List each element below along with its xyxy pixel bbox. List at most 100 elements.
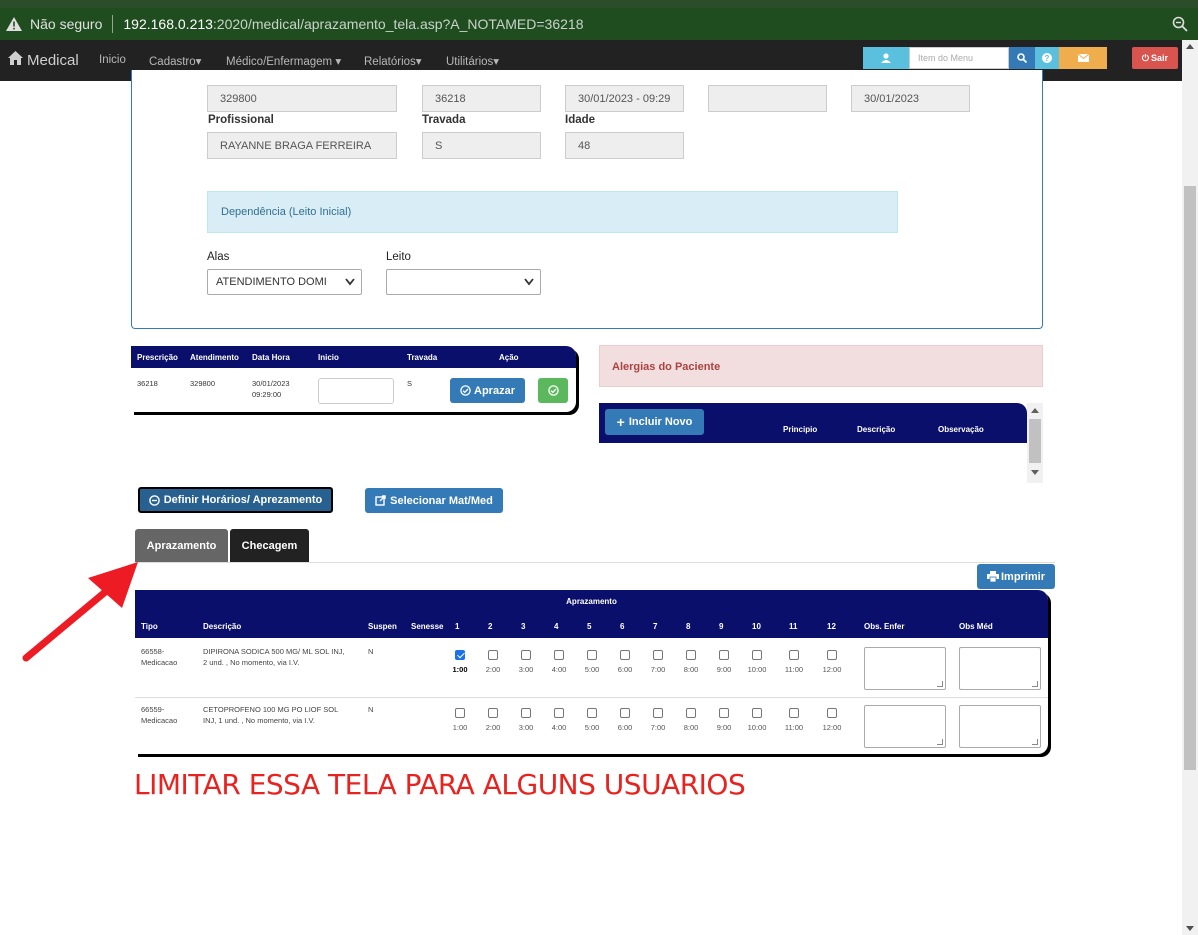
hour-checkbox[interactable] [827, 708, 837, 718]
hour-label: 6:00 [617, 723, 633, 732]
browser-tab-strip [0, 0, 1198, 8]
obs-med-textarea[interactable] [959, 705, 1041, 748]
hour-checkbox[interactable] [789, 650, 799, 660]
col-travada: Travada [407, 353, 438, 362]
col-header: Obs Méd [959, 622, 993, 631]
col-header: 5 [587, 622, 592, 631]
hour-checkbox[interactable] [653, 708, 663, 718]
hour-checkbox[interactable] [719, 650, 729, 660]
hour-checkbox[interactable] [488, 708, 498, 718]
nav-medico-enfermagem[interactable]: Médico/Enfermagem ▾ [226, 54, 341, 68]
url-host[interactable]: 192.168.0.213 [123, 16, 213, 32]
nav-utilitarios[interactable]: Utilitários▾ [446, 54, 499, 68]
col-header: 8 [686, 622, 691, 631]
resize-grip-icon[interactable] [937, 739, 943, 745]
scroll-down-icon[interactable] [1031, 470, 1039, 475]
allergy-table: + Incluir Novo Principio Descrição Obser… [599, 403, 1027, 443]
resize-grip-icon[interactable] [1032, 739, 1038, 745]
col-header: 4 [554, 622, 559, 631]
hour-label: 3:00 [518, 723, 534, 732]
inicio-input[interactable] [318, 378, 394, 404]
hour-checkbox[interactable] [455, 708, 465, 718]
hour-checkbox[interactable] [686, 708, 696, 718]
col-header: 9 [719, 622, 724, 631]
hour-checkbox[interactable] [719, 708, 729, 718]
hour-checkbox[interactable] [686, 650, 696, 660]
hour-checkbox[interactable] [789, 708, 799, 718]
hour-checkbox[interactable] [554, 708, 564, 718]
hour-label: 2:00 [485, 665, 501, 674]
cell-atendimento: 329800 [190, 379, 216, 388]
resize-grip-icon[interactable] [1032, 681, 1038, 687]
mail-button[interactable] [1059, 47, 1107, 69]
prescription-table: Prescrição Atendimento Data Hora Inicio … [131, 346, 576, 412]
field-atendimento[interactable]: 329800 [207, 85, 397, 112]
logout-button[interactable]: ⏻ Sair [1132, 47, 1178, 69]
user-icon [881, 53, 891, 63]
add-allergy-button[interactable]: + Incluir Novo [605, 409, 704, 435]
security-label[interactable]: Não seguro [30, 16, 102, 32]
menu-search-input[interactable]: Item do Menu [909, 47, 1009, 69]
allergy-scroll-thumb[interactable] [1029, 419, 1041, 463]
hour-label: 1:00 [452, 723, 468, 732]
hour-checkbox[interactable] [521, 650, 531, 660]
zoom-icon[interactable] [1172, 16, 1188, 32]
scroll-up-icon[interactable] [1031, 408, 1039, 413]
scroll-thumb[interactable] [1184, 186, 1196, 770]
hour-checkbox[interactable] [521, 708, 531, 718]
scroll-down-icon[interactable] [1186, 926, 1194, 931]
hour-checkbox[interactable] [827, 650, 837, 660]
field-prescricao[interactable]: 36218 [422, 85, 541, 112]
alas-select[interactable]: ATENDIMENTO DOMI [207, 269, 362, 295]
hour-label: 12:00 [822, 665, 842, 674]
col-header: 11 [789, 622, 798, 631]
caret-down-icon: ▾ [415, 56, 422, 68]
hour-checkbox[interactable] [620, 708, 630, 718]
hour-checkbox[interactable] [587, 708, 597, 718]
leito-select[interactable] [386, 269, 541, 295]
field-profissional[interactable]: RAYANNE BRAGA FERREIRA [207, 132, 397, 159]
definir-horarios-button[interactable]: Definir Horários/ Aprezamento [138, 487, 333, 513]
field-idade[interactable]: 48 [565, 132, 684, 159]
hour-checkbox[interactable] [653, 650, 663, 660]
field-empty[interactable] [708, 85, 827, 112]
nav-inicio[interactable]: Inicio [99, 54, 126, 66]
field-data[interactable]: 30/01/2023 [851, 85, 970, 112]
hour-checkbox[interactable] [455, 650, 465, 660]
selecionar-matmed-button[interactable]: Selecionar Mat/Med [365, 488, 503, 513]
address-bar[interactable]: Não seguro 192.168.0.213 :2020/medical/a… [0, 8, 1198, 40]
brand[interactable]: Medical [8, 51, 79, 69]
resize-grip-icon[interactable] [937, 681, 943, 687]
imprimir-button[interactable]: Imprimir [977, 564, 1055, 589]
allergy-scrollbar[interactable] [1027, 403, 1043, 483]
hour-checkbox[interactable] [752, 650, 762, 660]
hour-label: 10:00 [747, 665, 767, 674]
tab-checagem[interactable]: Checagem [230, 529, 309, 563]
chevron-down-icon [345, 278, 355, 286]
nav-relatorios[interactable]: Relatórios▾ [364, 54, 422, 68]
hour-checkbox[interactable] [554, 650, 564, 660]
hour-checkbox[interactable] [488, 650, 498, 660]
tab-aprazamento[interactable]: Aprazamento [135, 529, 228, 563]
search-icon [1017, 53, 1027, 63]
obs-enfer-textarea[interactable] [864, 647, 946, 690]
check-circle-icon [547, 385, 559, 396]
scroll-up-icon[interactable] [1186, 44, 1194, 49]
confirm-button[interactable] [538, 378, 568, 403]
obs-enfer-textarea[interactable] [864, 705, 946, 748]
field-data-hora[interactable]: 30/01/2023 - 09:29 [565, 85, 684, 112]
obs-med-textarea[interactable] [959, 647, 1041, 690]
user-button[interactable] [863, 47, 909, 69]
col-header: Descrição [203, 622, 242, 631]
help-button[interactable]: ? [1035, 47, 1059, 69]
field-travada[interactable]: S [422, 132, 541, 159]
aprazar-button[interactable]: Aprazar [450, 378, 525, 403]
page-scrollbar[interactable] [1182, 40, 1198, 935]
hour-label: 12:00 [822, 723, 842, 732]
search-button[interactable] [1009, 47, 1035, 69]
url-path[interactable]: :2020/medical/aprazamento_tela.asp?A_NOT… [213, 16, 584, 32]
hour-checkbox[interactable] [752, 708, 762, 718]
hour-checkbox[interactable] [587, 650, 597, 660]
nav-cadastro[interactable]: Cadastro▾ [149, 54, 201, 68]
hour-checkbox[interactable] [620, 650, 630, 660]
